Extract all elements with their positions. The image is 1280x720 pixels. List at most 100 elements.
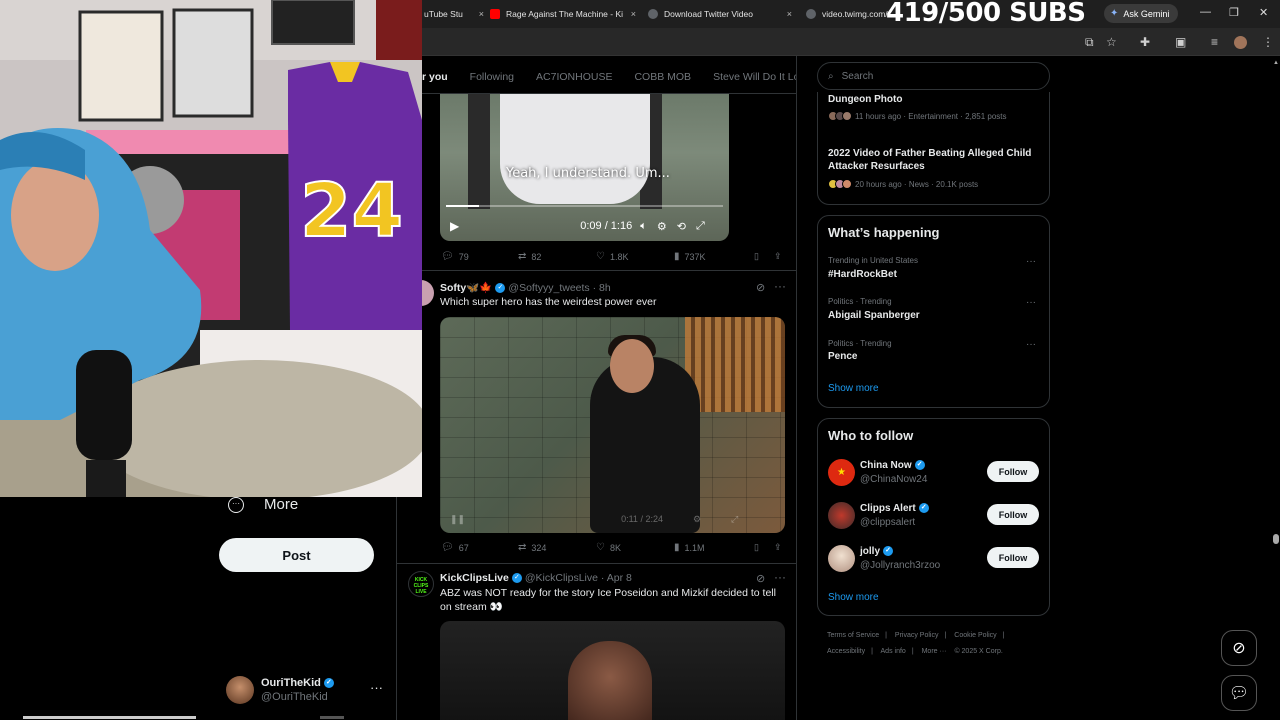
close-tab-icon[interactable]: ×	[479, 9, 484, 19]
more-options-icon[interactable]: ···	[774, 570, 786, 584]
tab-following[interactable]: Following	[470, 71, 514, 83]
horizontal-scrollbar-thumb[interactable]	[320, 716, 344, 719]
follow-button[interactable]: Follow	[987, 547, 1039, 568]
show-more-link[interactable]: Show more	[828, 592, 879, 603]
tweet-video[interactable]	[440, 621, 785, 720]
author-handle[interactable]: @Softyyy_tweets · 8h	[508, 282, 610, 294]
repost-button[interactable]: ⇄ 82	[518, 251, 596, 262]
fullscreen-icon[interactable]: ⤢	[696, 220, 705, 233]
footer-link-cookie[interactable]: Cookie Policy	[954, 632, 996, 639]
loop-icon[interactable]: ⟲	[677, 220, 686, 233]
follow-suggestion-handle: @Jollyranch3rzoo	[860, 560, 941, 571]
nav-more[interactable]: ··· More	[228, 496, 298, 513]
browser-tab-video-twimg[interactable]: video.twimg.com/a	[806, 3, 890, 25]
globe-icon	[806, 9, 816, 19]
grok-button[interactable]: ⊘	[1221, 630, 1257, 666]
share-icon[interactable]: ⇪	[774, 251, 782, 262]
browser-tab-download-twitter[interactable]: Download Twitter Video ×	[648, 3, 792, 25]
ask-gemini-button[interactable]: ✦ Ask Gemini	[1104, 4, 1178, 23]
scroll-up-icon[interactable]: ▲	[1273, 60, 1279, 66]
reply-button[interactable]: 💬︎ 79	[441, 251, 518, 262]
tab-ac7ionhouse[interactable]: AC7IONHOUSE	[536, 71, 612, 83]
browser-tab-rage-against[interactable]: Rage Against The Machine - Ki ×	[490, 3, 636, 25]
follow-suggestion-name[interactable]: China Now ✓	[860, 460, 928, 471]
reply-button[interactable]: 💬︎ 67	[441, 542, 518, 553]
restore-icon[interactable]: ❐	[1229, 6, 1239, 19]
settings-icon[interactable]: ⚙	[657, 220, 667, 233]
footer-link-privacy[interactable]: Privacy Policy	[895, 632, 939, 639]
trend-name[interactable]: #HardRockBet	[828, 269, 897, 280]
grok-icon[interactable]: ⊘	[756, 572, 765, 585]
avatar[interactable]	[828, 545, 855, 572]
browser-tab-youtube-studio[interactable]: uTube Stu ×	[424, 3, 484, 25]
footer-link-ads[interactable]: Ads info	[881, 648, 906, 655]
follow-suggestion-name[interactable]: Clipps Alert ✓	[860, 503, 932, 514]
messages-button[interactable]: 💬︎	[1221, 675, 1257, 711]
close-tab-icon[interactable]: ×	[631, 9, 636, 19]
share-icon[interactable]: ⇪	[774, 542, 782, 553]
window-close-icon[interactable]: ✕	[1259, 6, 1268, 19]
author-handle[interactable]: @KickClipsLive · Apr 8	[525, 572, 632, 584]
browser-menu-icon[interactable]: ⋮	[1262, 35, 1274, 49]
pause-icon[interactable]: ❚❚	[450, 514, 465, 525]
like-button[interactable]: ♡ 1.8K	[596, 251, 674, 262]
follow-suggestion-name[interactable]: jolly ✓	[860, 546, 896, 557]
grok-icon[interactable]: ⊘	[756, 281, 765, 294]
footer-link-terms[interactable]: Terms of Service	[827, 632, 879, 639]
fullscreen-icon[interactable]: ⤢	[731, 514, 738, 525]
views-icon: ▮	[674, 542, 680, 553]
tweet-video[interactable]: ❚❚ 0:11 / 2:24 ⚙ ⤢	[440, 317, 785, 533]
more-options-icon[interactable]: ···	[1026, 256, 1036, 267]
vertical-scrollbar[interactable]: ▲	[1272, 56, 1280, 720]
video-progress-bar[interactable]	[446, 205, 723, 207]
more-options-icon[interactable]: ···	[774, 279, 786, 293]
follow-button[interactable]: Follow	[987, 461, 1039, 482]
repost-button[interactable]: ⇄ 324	[518, 542, 596, 553]
play-icon[interactable]: ▶	[450, 219, 459, 233]
media-controls-icon[interactable]: ≡	[1211, 35, 1218, 49]
settings-icon[interactable]: ⚙	[693, 514, 701, 525]
bookmark-star-icon[interactable]: ☆	[1106, 35, 1117, 49]
trend-name[interactable]: Abigail Spanberger	[828, 310, 920, 321]
bookmark-icon[interactable]: ▯	[754, 542, 774, 553]
minimize-icon[interactable]: —	[1200, 6, 1211, 18]
close-tab-icon[interactable]: ×	[787, 9, 792, 19]
search-input[interactable]: ⌕ Search	[817, 62, 1050, 90]
like-button[interactable]: ♡ 8K	[596, 542, 674, 553]
more-options-icon[interactable]: ···	[1026, 297, 1036, 308]
footer-link-accessibility[interactable]: Accessibility	[827, 648, 865, 655]
volume-icon[interactable]: 🔈︎	[640, 220, 647, 233]
avatar[interactable]	[828, 502, 855, 529]
news-story-meta: 20 hours ago · News · 20.1K posts	[828, 179, 978, 189]
author-name[interactable]: KickClipsLive	[440, 572, 509, 584]
profile-avatar-icon[interactable]	[1234, 36, 1247, 49]
account-switcher[interactable]: OuriTheKid ✓ @OuriTheKid ···	[226, 674, 386, 704]
author-name[interactable]: Softy🦋🍁	[440, 282, 492, 294]
verified-badge-icon: ✓	[883, 546, 894, 557]
news-story-title[interactable]: Dungeon Photo	[828, 93, 1043, 106]
tab-steve-will-do-it[interactable]: Steve Will Do It Loyal	[713, 71, 796, 83]
more-options-icon[interactable]: ···	[1026, 339, 1036, 350]
more-options-icon[interactable]: ···	[370, 680, 383, 695]
post-button[interactable]: Post	[219, 538, 374, 572]
avatar[interactable]: ★	[828, 459, 855, 486]
tab-for-you[interactable]: r you	[422, 71, 448, 83]
follow-button[interactable]: Follow	[987, 504, 1039, 525]
bookmark-icon[interactable]: ▯	[754, 251, 774, 262]
avatar[interactable]: KICK CLIPS LIVE	[408, 571, 434, 597]
scrollbar-thumb[interactable]	[1273, 534, 1279, 544]
footer-link-more[interactable]: More ···	[922, 648, 947, 655]
news-story-title[interactable]: 2022 Video of Father Beating Alleged Chi…	[828, 147, 1043, 173]
reply-icon: 💬︎	[441, 542, 454, 553]
svg-text:24: 24	[300, 168, 403, 254]
trend-name[interactable]: Pence	[828, 351, 857, 362]
horizontal-scrollbar[interactable]	[23, 716, 196, 719]
views-button[interactable]: ▮ 737K	[674, 251, 754, 262]
install-app-icon[interactable]: ⧉	[1085, 35, 1094, 50]
tab-cobb-mob[interactable]: COBB MOB	[634, 71, 691, 83]
extensions-icon[interactable]: ✚	[1140, 35, 1150, 49]
tweet-video[interactable]: Yeah, I understand. Um... ▶ 0:09 / 1:16 …	[440, 94, 729, 241]
views-button[interactable]: ▮ 1.1M	[674, 542, 754, 553]
side-panel-icon[interactable]: ▣	[1175, 35, 1186, 49]
show-more-link[interactable]: Show more	[828, 383, 879, 394]
